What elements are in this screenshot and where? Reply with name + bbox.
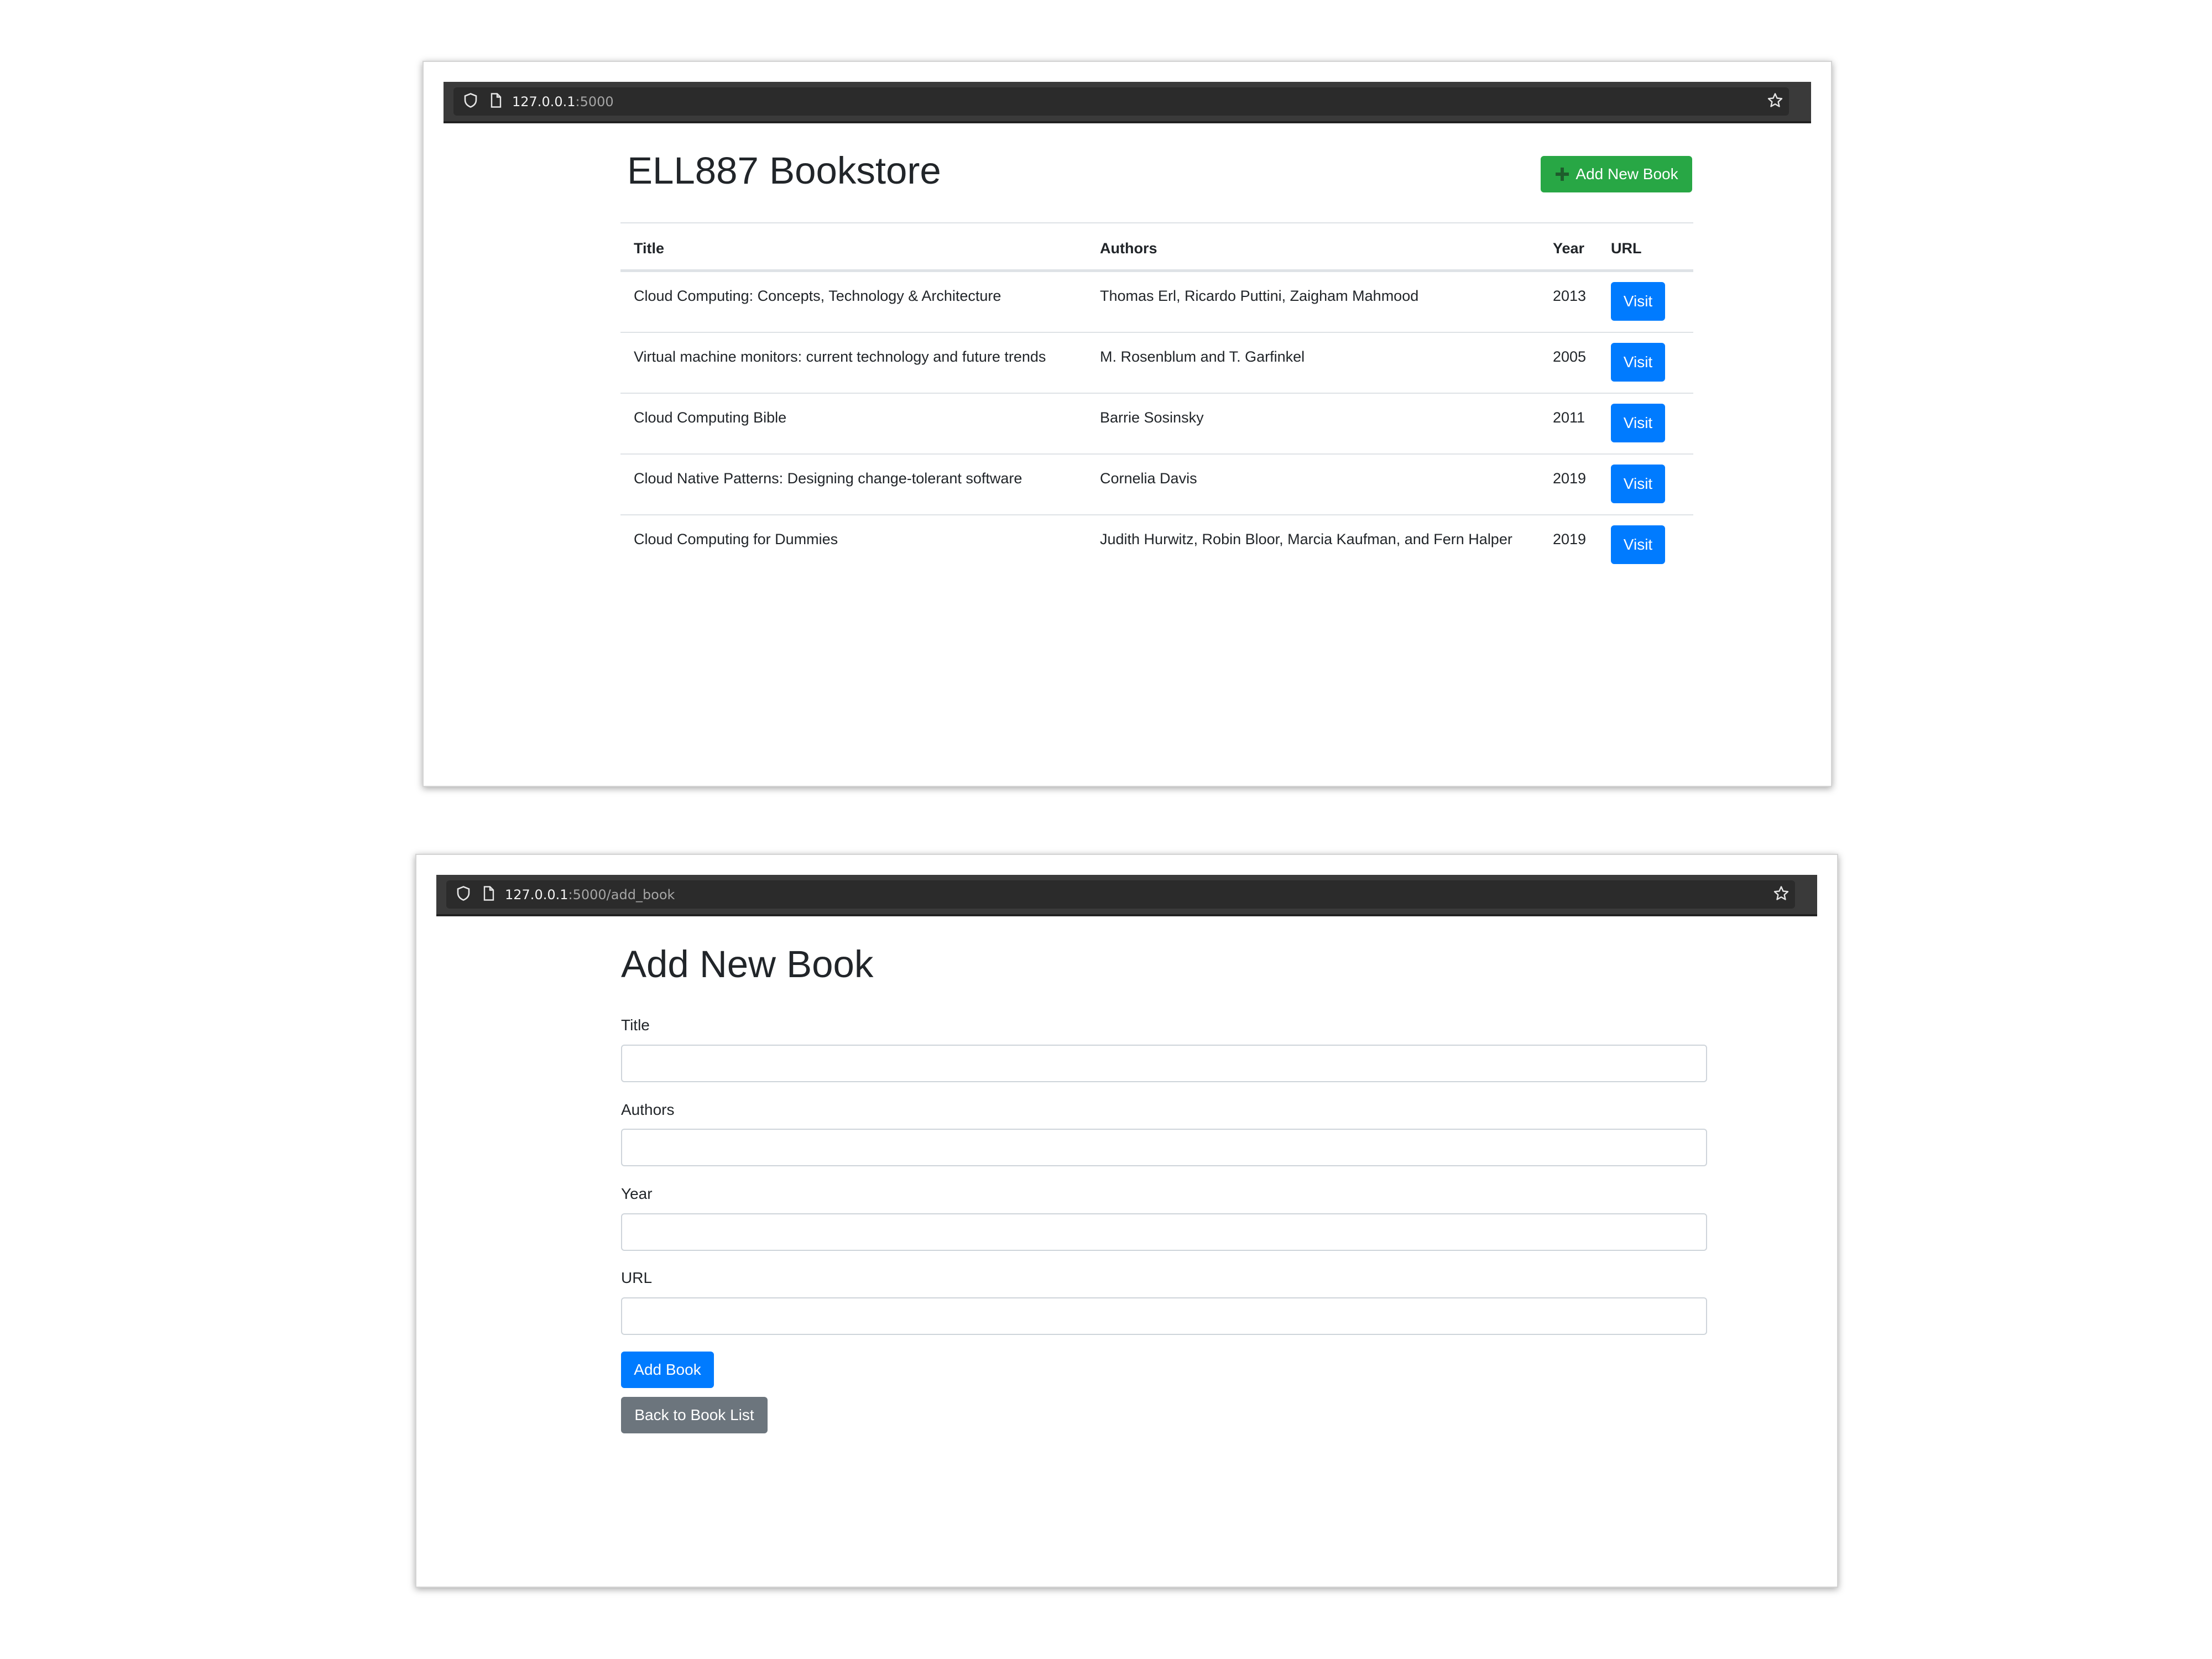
visit-button[interactable]: Visit — [1611, 525, 1665, 564]
table-row: Cloud Computing: Concepts, Technology & … — [620, 271, 1693, 332]
browser-url-bar[interactable]: 127.0.0.1:5000/add_book — [436, 875, 1817, 916]
plus-icon — [1554, 166, 1570, 182]
shield-icon[interactable] — [463, 92, 478, 111]
book-year: 2013 — [1553, 288, 1587, 304]
add-book-window: 127.0.0.1:5000/add_book Add New Book Tit… — [415, 854, 1838, 1588]
star-icon[interactable] — [1767, 92, 1783, 111]
visit-button[interactable]: Visit — [1611, 343, 1665, 382]
title-input[interactable] — [621, 1045, 1707, 1082]
visit-button[interactable]: Visit — [1611, 465, 1665, 503]
table-header-row: Title Authors Year URL — [620, 222, 1693, 271]
year-input[interactable] — [621, 1213, 1707, 1251]
book-title: Cloud Computing: Concepts, Technology & … — [634, 288, 1001, 304]
book-year: 2019 — [1553, 531, 1587, 547]
column-header-url: URL — [1611, 240, 1642, 257]
column-header-year: Year — [1553, 240, 1585, 257]
column-header-authors: Authors — [1100, 240, 1157, 257]
page-title: Add New Book — [621, 943, 874, 985]
authors-label: Authors — [621, 1101, 675, 1118]
book-authors: Thomas Erl, Ricardo Puttini, Zaigham Mah… — [1100, 288, 1419, 304]
page-icon — [490, 92, 502, 111]
table-row: Cloud Native Patterns: Designing change-… — [620, 453, 1693, 514]
browser-url-bar[interactable]: 127.0.0.1:5000 — [444, 82, 1811, 123]
page-title: ELL887 Bookstore — [627, 149, 941, 192]
add-new-book-button[interactable]: Add New Book — [1541, 156, 1692, 192]
visit-button[interactable]: Visit — [1611, 404, 1665, 442]
url-field[interactable]: 127.0.0.1:5000 — [453, 87, 1789, 116]
column-header-title: Title — [634, 240, 665, 257]
book-title: Cloud Computing Bible — [634, 409, 787, 426]
visit-button[interactable]: Visit — [1611, 282, 1665, 321]
book-list-window: 127.0.0.1:5000 ELL887 Bookstore Add New … — [422, 61, 1832, 787]
book-authors: Cornelia Davis — [1100, 470, 1197, 487]
book-year: 2019 — [1553, 470, 1587, 487]
book-authors: M. Rosenblum and T. Garfinkel — [1100, 348, 1305, 365]
page-icon — [483, 885, 495, 904]
books-table: Title Authors Year URL Cloud Computing: … — [620, 222, 1693, 575]
book-year: 2005 — [1553, 348, 1587, 365]
shield-icon[interactable] — [456, 885, 471, 904]
add-book-button[interactable]: Add Book — [621, 1352, 714, 1388]
book-title: Cloud Native Patterns: Designing change-… — [634, 470, 1022, 487]
authors-input[interactable] — [621, 1129, 1707, 1166]
url-input[interactable] — [621, 1297, 1707, 1335]
book-authors: Judith Hurwitz, Robin Bloor, Marcia Kauf… — [1100, 531, 1512, 547]
url-text[interactable]: 127.0.0.1:5000/add_book — [505, 887, 675, 902]
back-to-book-list-button[interactable]: Back to Book List — [621, 1397, 768, 1433]
star-icon[interactable] — [1773, 885, 1790, 904]
book-year: 2011 — [1553, 409, 1585, 426]
book-title: Cloud Computing for Dummies — [634, 531, 838, 547]
book-authors: Barrie Sosinsky — [1100, 409, 1204, 426]
book-title: Virtual machine monitors: current techno… — [634, 348, 1046, 365]
title-label: Title — [621, 1016, 650, 1034]
table-row: Virtual machine monitors: current techno… — [620, 332, 1693, 393]
url-field[interactable]: 127.0.0.1:5000/add_book — [446, 880, 1795, 909]
table-row: Cloud Computing Bible Barrie Sosinsky 20… — [620, 393, 1693, 453]
add-new-book-label: Add New Book — [1575, 165, 1678, 182]
table-row: Cloud Computing for Dummies Judith Hurwi… — [620, 514, 1693, 575]
url-text[interactable]: 127.0.0.1:5000 — [512, 94, 614, 109]
year-label: Year — [621, 1185, 653, 1202]
url-label: URL — [621, 1269, 653, 1286]
